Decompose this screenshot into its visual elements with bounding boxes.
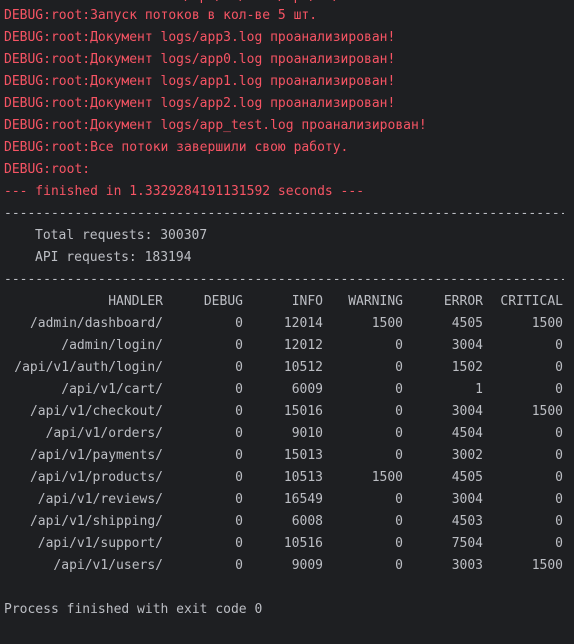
table-header-cell: ERROR (443, 294, 483, 309)
table-handler-cell: /admin/dashboard/ (29, 316, 163, 331)
table-handler-cell: /api/v1/orders/ (45, 426, 163, 441)
table-cell: 0 (555, 492, 563, 507)
table-cell: 1 (475, 382, 483, 397)
table-cell: 0 (555, 514, 563, 529)
table-header-cell: CRITICAL (500, 294, 563, 309)
api-requests: API requests: 183194 (35, 250, 192, 265)
table-cell: 0 (395, 492, 403, 507)
table-cell: 1500 (371, 470, 403, 485)
table-cell: 0 (235, 316, 243, 331)
table-cell: 12014 (283, 316, 323, 331)
log-line: DEBUG:root:Все потоки завершили свою раб… (4, 140, 349, 155)
table-cell: 4504 (451, 426, 483, 441)
table-cell: 0 (235, 382, 243, 397)
table-cell: 0 (395, 514, 403, 529)
table-cell: 0 (395, 448, 403, 463)
table-cell: 3002 (451, 448, 483, 463)
table-cell: 1502 (451, 360, 483, 375)
table-cell: 0 (555, 382, 563, 397)
table-cell: 0 (235, 558, 243, 573)
console-output[interactable]: DEBUG:root:0.0.0.0 ... /api/v1/... /api/… (0, 0, 574, 644)
log-line: DEBUG:root:Документ logs/app3.log проана… (4, 30, 396, 45)
table-header-cell: HANDLER (108, 294, 163, 309)
table-header-cell: DEBUG (203, 294, 243, 309)
table-cell: 0 (235, 426, 243, 441)
table-cell: 10516 (283, 536, 323, 551)
table-cell: 16549 (283, 492, 323, 507)
table-cell: 0 (395, 382, 403, 397)
log-line: DEBUG:root:Документ logs/app0.log проана… (4, 52, 396, 67)
table-cell: 0 (555, 360, 563, 375)
table-cell: 0 (555, 426, 563, 441)
table-handler-cell: /api/v1/cart/ (61, 382, 163, 397)
table-cell: 0 (395, 558, 403, 573)
table-cell: 0 (235, 492, 243, 507)
table-cell: 3003 (451, 558, 483, 573)
table-handler-cell: /api/v1/shipping/ (29, 514, 163, 529)
table-cell: 0 (235, 514, 243, 529)
table-cell: 0 (395, 426, 403, 441)
table-cell: 0 (235, 470, 243, 485)
table-cell: 10513 (283, 470, 323, 485)
table-cell: 7504 (451, 536, 483, 551)
table-cell: 1500 (531, 404, 563, 419)
table-handler-cell: /api/v1/support/ (37, 536, 163, 551)
table-cell: 0 (555, 338, 563, 353)
table-cell: 0 (555, 536, 563, 551)
table-cell: 15013 (283, 448, 323, 463)
table-cell: 9009 (291, 558, 323, 573)
log-line: DEBUG:root:Документ logs/app_test.log пр… (4, 118, 427, 133)
log-line: DEBUG:root:Документ logs/app2.log проана… (4, 96, 396, 111)
table-handler-cell: /api/v1/products/ (29, 470, 163, 485)
table-cell: 1500 (531, 558, 563, 573)
table-cell: 0 (395, 404, 403, 419)
table-cell: 4503 (451, 514, 483, 529)
table-cell: 4505 (451, 470, 483, 485)
table-cell: 6008 (291, 514, 323, 529)
total-requests: Total requests: 300307 (35, 228, 208, 243)
separator: ----------------------------------------… (4, 206, 564, 221)
table-cell: 12012 (283, 338, 323, 353)
table-cell: 1500 (531, 316, 563, 331)
table-cell: 0 (395, 338, 403, 353)
table-cell: 9010 (291, 426, 323, 441)
table-cell: 0 (235, 338, 243, 353)
table-cell: 4505 (451, 316, 483, 331)
table-cell: 3004 (451, 338, 483, 353)
table-cell: 3004 (451, 404, 483, 419)
table-cell: 0 (235, 404, 243, 419)
table-cell: 0 (555, 448, 563, 463)
log-line: DEBUG:root:Документ logs/app1.log проана… (4, 74, 396, 89)
table-header-cell: WARNING (348, 294, 403, 309)
table-cell: 0 (395, 536, 403, 551)
separator: ----------------------------------------… (4, 272, 564, 287)
table-cell: 1500 (371, 316, 403, 331)
table-header-cell: INFO (291, 294, 323, 309)
table-cell: 10512 (283, 360, 323, 375)
table-handler-cell: /api/v1/reviews/ (37, 492, 163, 507)
table-cell: 6009 (291, 382, 323, 397)
table-cell: 0 (555, 470, 563, 485)
table-handler-cell: /api/v1/checkout/ (29, 404, 163, 419)
table-handler-cell: /api/v1/payments/ (29, 448, 163, 463)
table-cell: 0 (235, 536, 243, 551)
log-line: DEBUG:root: (4, 162, 91, 177)
table-handler-cell: /api/v1/auth/login/ (14, 360, 163, 375)
exit-message: Process finished with exit code 0 (4, 602, 263, 617)
table-handler-cell: /api/v1/users/ (53, 558, 163, 573)
log-line: DEBUG:root:Запуск потоков в кол-ве 5 шт. (4, 8, 318, 23)
table-cell: 0 (235, 448, 243, 463)
table-cell: 3004 (451, 492, 483, 507)
table-cell: 0 (235, 360, 243, 375)
table-cell: 15016 (283, 404, 323, 419)
table-handler-cell: /admin/login/ (61, 338, 163, 353)
timing-line: --- finished in 1.3329284191131592 secon… (4, 184, 365, 199)
table-cell: 0 (395, 360, 403, 375)
